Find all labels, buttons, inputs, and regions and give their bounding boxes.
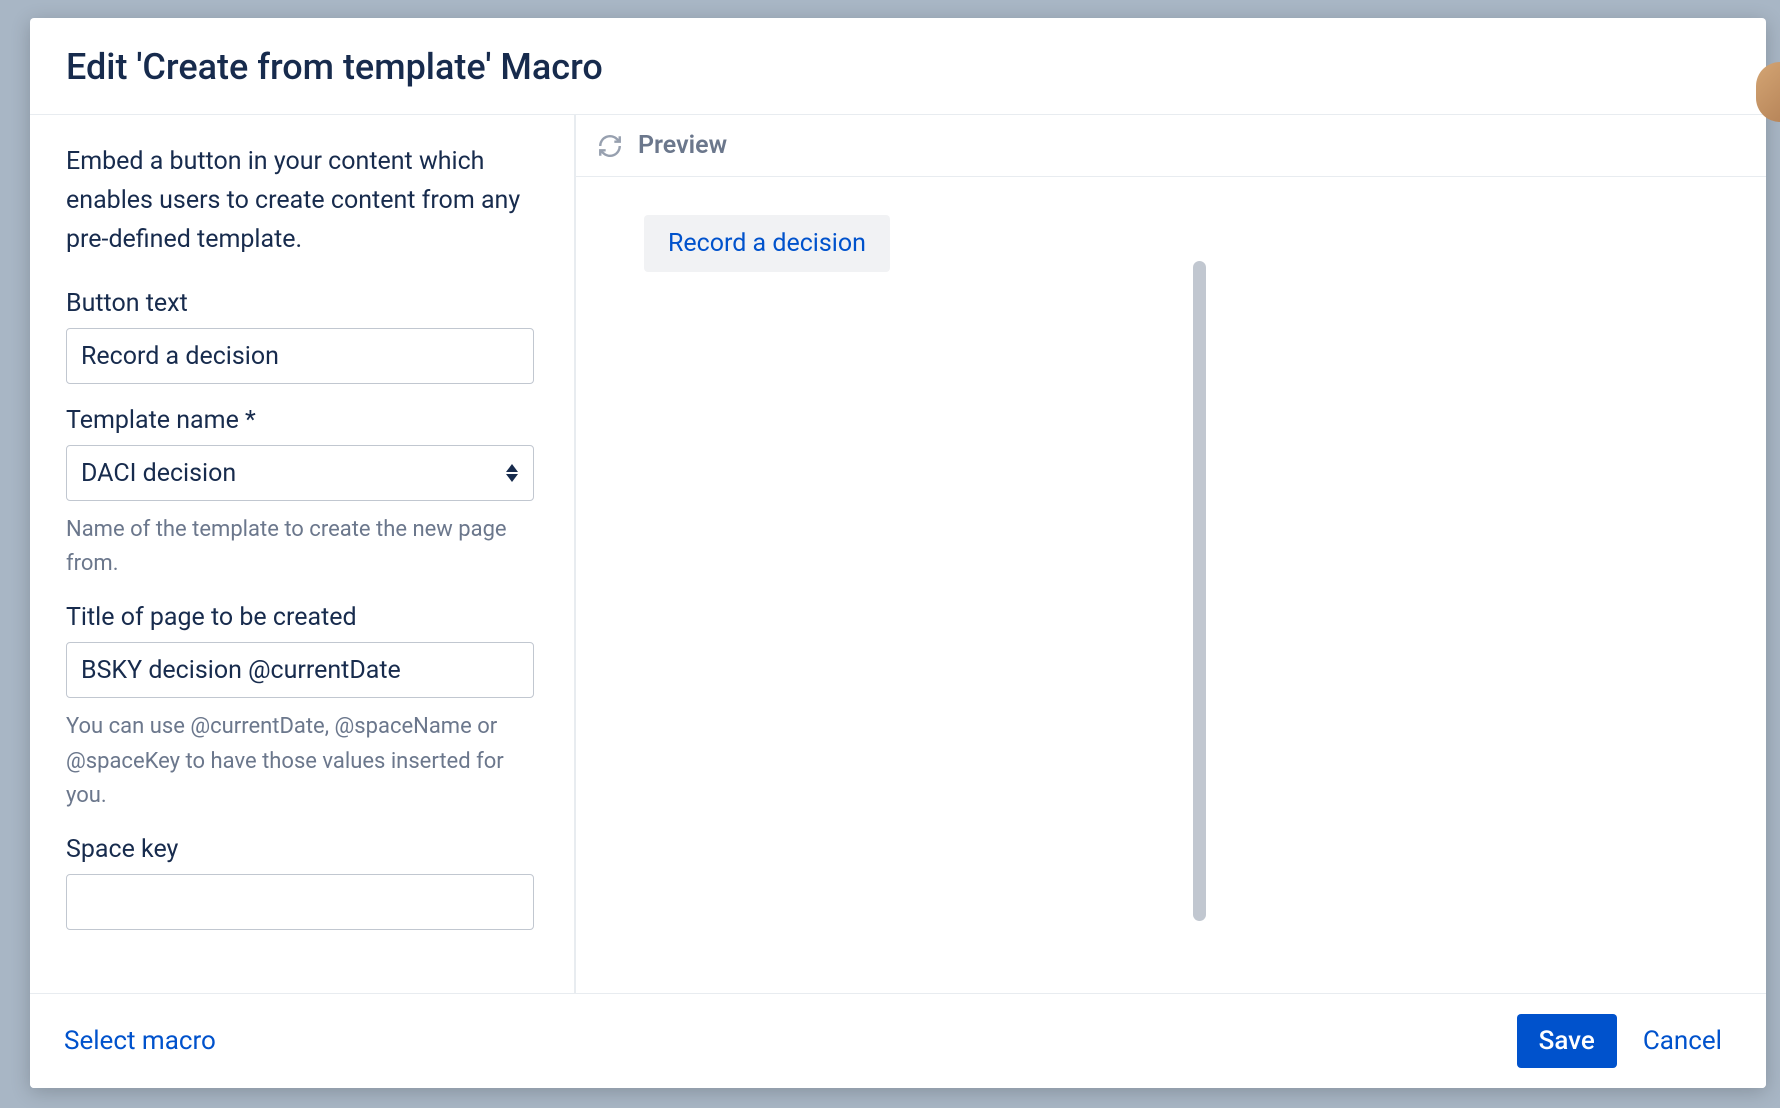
button-text-input[interactable] — [66, 328, 534, 384]
button-text-label: Button text — [66, 289, 538, 318]
preview-record-button[interactable]: Record a decision — [644, 215, 890, 272]
template-name-label: Template name * — [66, 406, 538, 435]
modal-footer: Select macro Save Cancel — [30, 993, 1766, 1088]
footer-actions: Save Cancel — [1517, 1014, 1732, 1068]
page-title-input[interactable] — [66, 642, 534, 698]
modal-header: Edit 'Create from template' Macro — [30, 18, 1766, 115]
preview-content: Record a decision — [576, 177, 1766, 993]
form-panel: Embed a button in your content which ena… — [30, 115, 575, 993]
page-title-hint: You can use @currentDate, @spaceName or … — [66, 710, 534, 812]
preview-panel: Preview Record a decision — [575, 115, 1766, 993]
page-title-field: Title of page to be created You can use … — [66, 603, 538, 812]
template-name-select-wrapper: DACI decision — [66, 445, 534, 501]
preview-title: Preview — [638, 131, 727, 160]
space-key-label: Space key — [66, 835, 538, 864]
space-key-field: Space key — [66, 835, 538, 930]
template-name-select[interactable]: DACI decision — [66, 445, 534, 501]
space-key-input[interactable] — [66, 874, 534, 930]
scrollbar-thumb[interactable] — [1193, 261, 1206, 921]
preview-header: Preview — [576, 115, 1766, 177]
select-macro-link[interactable]: Select macro — [64, 1026, 216, 1056]
modal-title: Edit 'Create from template' Macro — [66, 46, 1730, 88]
page-title-label: Title of page to be created — [66, 603, 538, 632]
save-button[interactable]: Save — [1517, 1014, 1617, 1068]
button-text-field: Button text — [66, 289, 538, 384]
macro-edit-modal: Edit 'Create from template' Macro Embed … — [30, 18, 1766, 1088]
form-description: Embed a button in your content which ena… — [66, 143, 538, 259]
template-name-field: Template name * DACI decision Name of th… — [66, 406, 538, 581]
refresh-icon[interactable] — [596, 132, 624, 160]
template-name-hint: Name of the template to create the new p… — [66, 513, 534, 581]
modal-body: Embed a button in your content which ena… — [30, 115, 1766, 993]
cancel-button[interactable]: Cancel — [1633, 1014, 1732, 1068]
